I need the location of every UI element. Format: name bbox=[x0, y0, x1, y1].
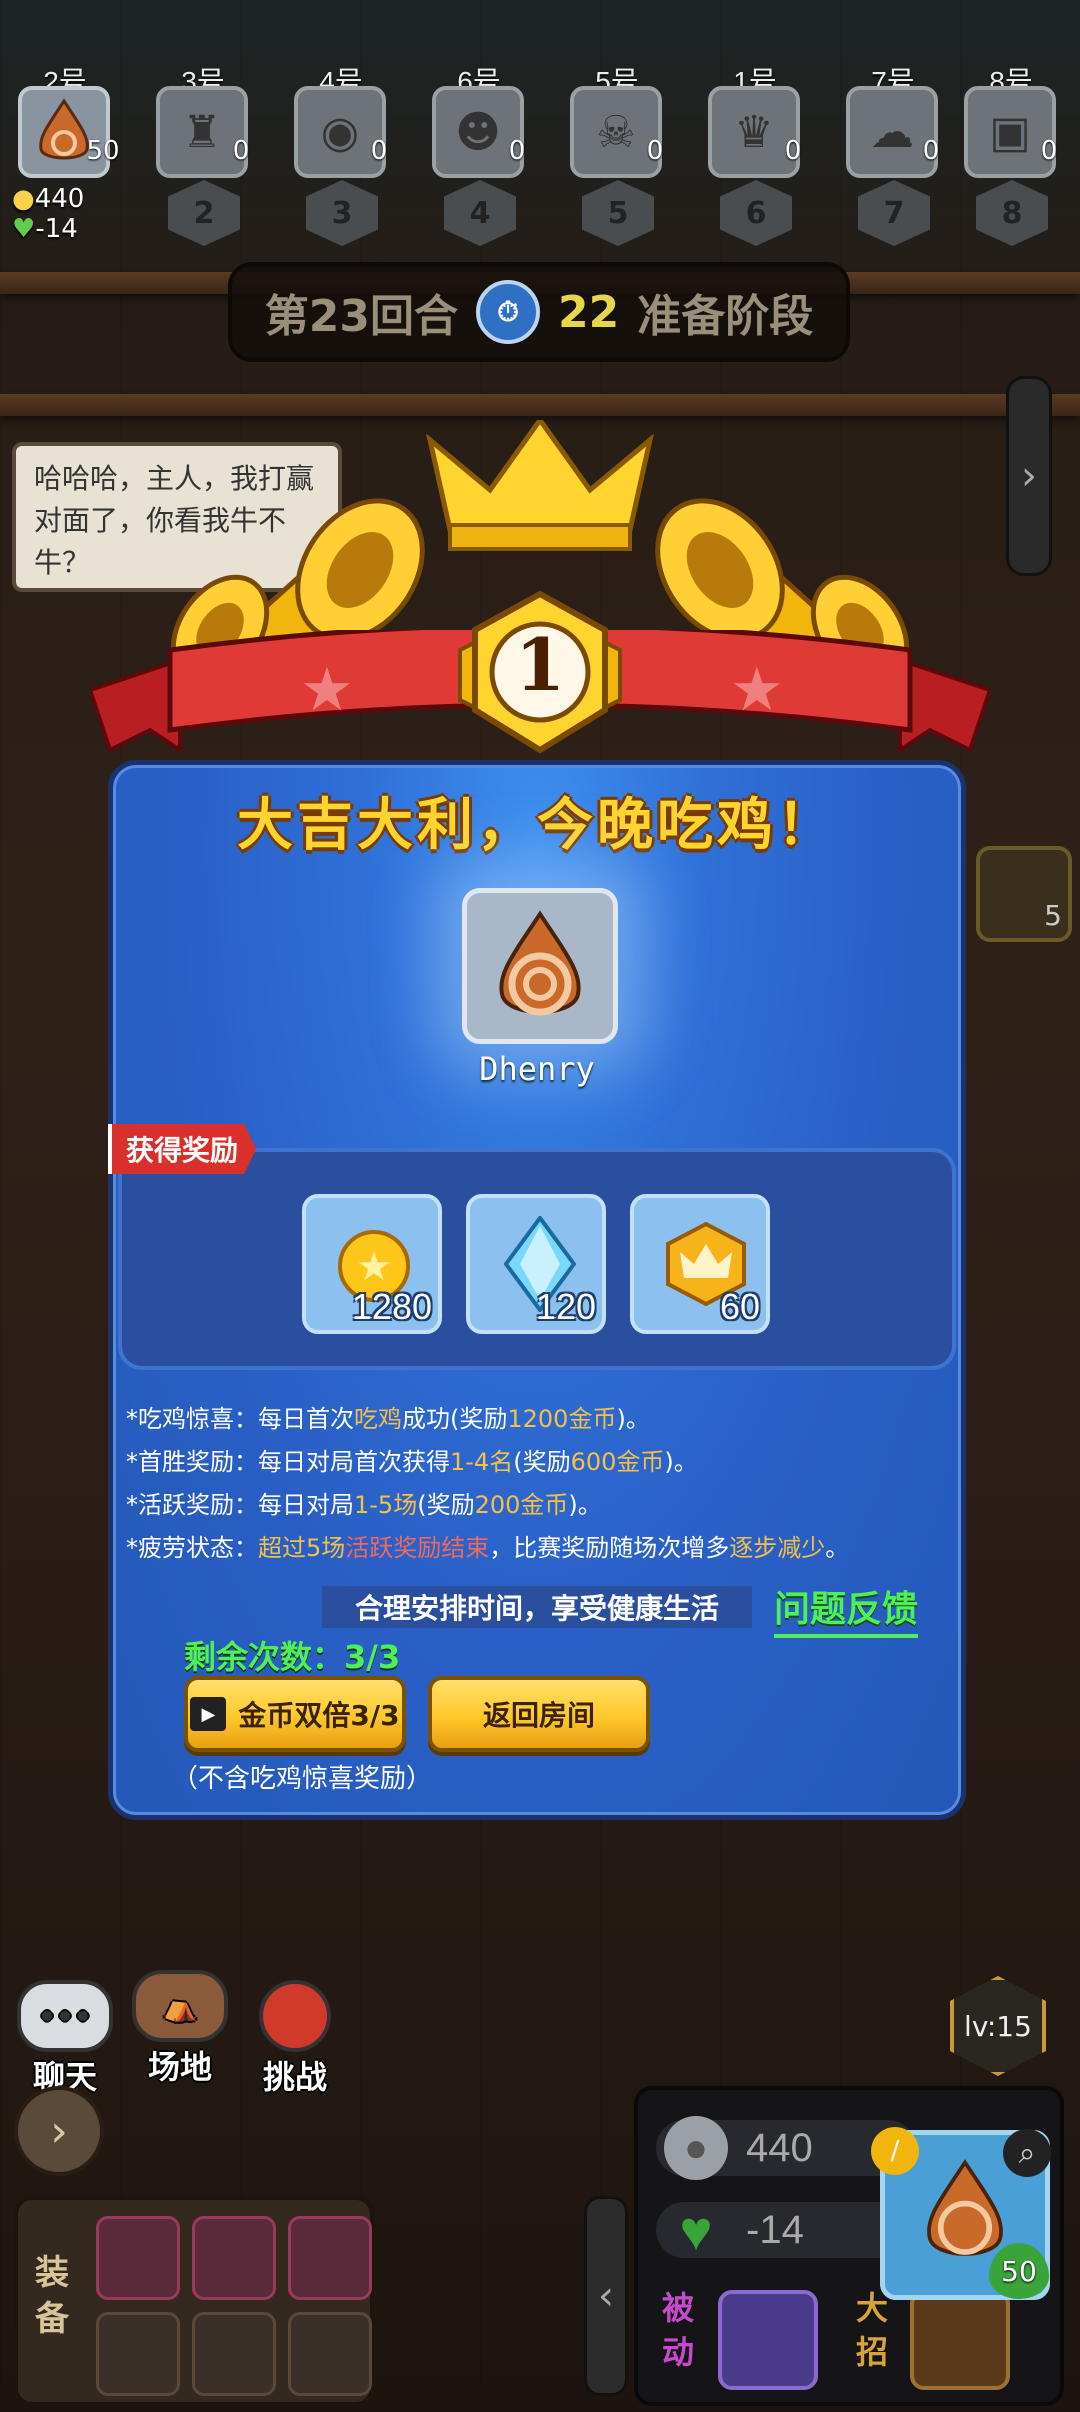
boxing-glove-icon bbox=[259, 1980, 331, 2052]
coin-icon: ● bbox=[12, 184, 35, 214]
stopwatch-icon: ⏱ bbox=[476, 280, 540, 344]
hp-stat: ♥ -14 bbox=[656, 2199, 916, 2262]
rule-line: *吃鸡惊喜：每日首次吃鸡成功(奖励1200金币)。 bbox=[126, 1405, 650, 1433]
reward-amount: 60 bbox=[719, 1286, 760, 1327]
sword-item-button[interactable]: 5 bbox=[976, 846, 1072, 942]
winner-name: Dhenry bbox=[479, 1050, 595, 1088]
double-coins-button[interactable]: 金币双倍3/3 bbox=[184, 1676, 406, 1752]
video-icon bbox=[190, 1697, 227, 1731]
coins-value: 440 bbox=[746, 2125, 813, 2170]
passive-label: 被动 bbox=[661, 2289, 694, 2371]
my-stats-mini: ●440 ♥-14 bbox=[12, 184, 84, 244]
star-icon: ★ bbox=[300, 655, 354, 725]
search-icon[interactable]: ⌕ bbox=[1003, 2129, 1051, 2177]
sword-count: 5 bbox=[1044, 899, 1062, 932]
player-rank-badge: 7 bbox=[858, 180, 930, 246]
player-hp: 0 bbox=[770, 118, 817, 178]
player-slot[interactable]: 3号 ♜ 0 2 bbox=[148, 60, 265, 250]
round-label: 第23回合 bbox=[264, 291, 458, 342]
venue-button[interactable]: ⛺ 场地 bbox=[120, 1970, 240, 2088]
countdown-seconds: 22 bbox=[558, 286, 620, 338]
star-icon: ★ bbox=[730, 655, 784, 725]
player-hp: 0 bbox=[494, 118, 541, 178]
player-hp: 0 bbox=[632, 118, 679, 178]
spiral-hero-icon bbox=[499, 910, 581, 1016]
equipment-label: 装备 bbox=[35, 2253, 69, 2339]
players-bar: 2号 50 3号 ♜ 0 2 4号 ◉ 0 3 6号 ☻ 0 4 5号 ☠ 0 … bbox=[10, 60, 1073, 250]
equipment-slot[interactable] bbox=[288, 2216, 372, 2300]
equipment-slot[interactable] bbox=[192, 2216, 276, 2300]
player-hp: 0 bbox=[218, 118, 265, 178]
equipment-slot[interactable] bbox=[288, 2312, 372, 2396]
rank-number: 1 bbox=[514, 622, 566, 707]
reward-amount: 1280 bbox=[351, 1286, 432, 1327]
ultimate-skill-slot[interactable] bbox=[910, 2290, 1010, 2390]
reward-item: 60 bbox=[630, 1194, 770, 1334]
venue-label: 场地 bbox=[147, 2048, 212, 2086]
heart-icon: ♥ bbox=[679, 2198, 713, 2262]
reward-item: 120 bbox=[466, 1194, 606, 1334]
collapse-arrow-icon[interactable]: ‹ bbox=[584, 2196, 628, 2396]
crown-icon bbox=[425, 420, 655, 551]
rule-line: *活跃奖励：每日对局1-5场(奖励200金币)。 bbox=[126, 1491, 602, 1519]
heart-icon: ♥ bbox=[12, 214, 36, 244]
return-room-label: 返回房间 bbox=[482, 1699, 595, 1732]
player-slot[interactable]: 1号 ♛ 0 6 bbox=[700, 60, 817, 250]
rule-line: *疲劳状态：超过5场活跃奖励结束，比赛奖励随场次增多逐步减少。 bbox=[126, 1534, 850, 1562]
reward-item: ★ 1280 bbox=[302, 1194, 442, 1334]
player-rank-badge: 5 bbox=[582, 180, 654, 246]
challenge-label: 挑战 bbox=[262, 2058, 327, 2096]
sword-icon: / bbox=[871, 2127, 919, 2175]
chat-button[interactable]: ••• 聊天 bbox=[10, 1980, 120, 2098]
player-hp: 0 bbox=[356, 118, 403, 178]
player-rank-badge: 2 bbox=[168, 180, 240, 246]
hero-hp: 50 bbox=[989, 2243, 1049, 2299]
player-slot[interactable]: 8号 ▣ 0 8 bbox=[956, 60, 1073, 250]
player-slot[interactable]: 6号 ☻ 0 4 bbox=[424, 60, 541, 250]
player-rank-badge: 3 bbox=[306, 180, 378, 246]
feedback-link[interactable]: 问题反馈 bbox=[774, 1580, 919, 1638]
round-status-bar: 第23回合 ⏱ 22 准备阶段 bbox=[228, 262, 850, 362]
return-room-button[interactable]: 返回房间 bbox=[428, 1676, 650, 1752]
health-slogan: 合理安排时间，享受健康生活 bbox=[322, 1586, 752, 1628]
player-hp: 0 bbox=[1026, 118, 1073, 178]
challenge-button[interactable]: 挑战 bbox=[240, 1980, 350, 2098]
player-rank-badge: 6 bbox=[720, 180, 792, 246]
double-note: （不含吃鸡惊喜奖励） bbox=[172, 1764, 433, 1794]
double-coins-label: 金币双倍3/3 bbox=[238, 1699, 400, 1732]
hp-value: -14 bbox=[35, 214, 78, 244]
venue-icon: ⛺ bbox=[132, 1970, 228, 2042]
hp-value: -14 bbox=[746, 2207, 804, 2252]
passive-skill-slot[interactable] bbox=[718, 2290, 818, 2390]
player-slot[interactable]: 5号 ☠ 0 5 bbox=[562, 60, 679, 250]
equipment-slot[interactable] bbox=[96, 2216, 180, 2300]
coins-value: 440 bbox=[34, 184, 85, 214]
rule-line: *首胜奖励：每日对局首次获得1-4名(奖励600金币)。 bbox=[126, 1448, 698, 1476]
chat-bubble-icon: ••• bbox=[17, 1980, 113, 2052]
player-hp: 50 bbox=[80, 118, 127, 178]
reward-rules: *吃鸡惊喜：每日首次吃鸡成功(奖励1200金币)。 *首胜奖励：每日对局首次获得… bbox=[126, 1398, 956, 1570]
player-rank-badge: 4 bbox=[444, 180, 516, 246]
equipment-slot[interactable] bbox=[96, 2312, 180, 2396]
svg-text:★: ★ bbox=[356, 1244, 392, 1290]
my-hero-card[interactable]: 50 ⌕ / bbox=[871, 2127, 1051, 2300]
player-hp: 0 bbox=[908, 118, 955, 178]
ultimate-label: 大招 bbox=[855, 2289, 888, 2371]
coin-icon: ● bbox=[664, 2116, 728, 2180]
phase-label: 准备阶段 bbox=[637, 291, 814, 342]
rewards-tag: 获得奖励 bbox=[108, 1124, 257, 1174]
player-slot[interactable]: 4号 ◉ 0 3 bbox=[286, 60, 403, 250]
victory-headline: 大吉大利，今晚吃鸡！ bbox=[237, 793, 837, 858]
side-expand-arrow-icon[interactable]: › bbox=[1006, 376, 1052, 576]
equipment-slot[interactable] bbox=[192, 2312, 276, 2396]
remaining-count: 剩余次数：3/3 bbox=[184, 1638, 401, 1676]
equipment-panel: 装备 bbox=[14, 2196, 374, 2406]
expand-arrow-icon[interactable]: › bbox=[14, 2086, 104, 2176]
reward-amount: 120 bbox=[535, 1286, 596, 1327]
winner-avatar bbox=[462, 888, 618, 1044]
player-rank-badge: 8 bbox=[976, 180, 1048, 246]
player-slot[interactable]: 7号 ☁ 0 7 bbox=[838, 60, 955, 250]
